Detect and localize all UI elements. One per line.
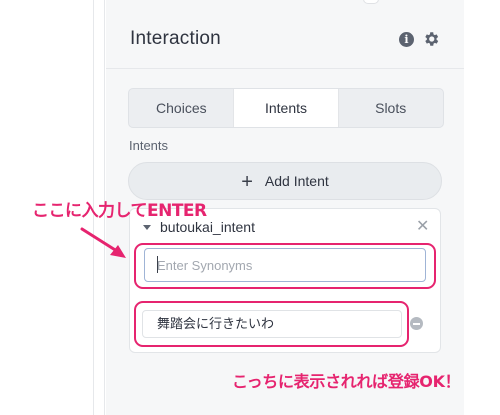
plus-icon: + (241, 171, 253, 193)
tab-choices[interactable]: Choices (129, 89, 234, 127)
synonym-highlight (134, 301, 409, 347)
annotation-arrow-icon (80, 227, 126, 258)
remove-synonym-icon[interactable] (410, 317, 423, 330)
input-hint-annotation: ここに入力してENTER (32, 201, 207, 221)
tab-slots[interactable]: Slots (338, 89, 443, 127)
gear-icon[interactable] (422, 30, 440, 48)
panel-title: Interaction (130, 28, 221, 49)
intent-name: butoukai_intent (160, 219, 255, 235)
header-separator (106, 68, 464, 69)
result-hint-annotation: こっちに表示されれば登録OK！ (232, 372, 461, 391)
caret-down-icon[interactable] (143, 225, 151, 230)
add-intent-label: Add Intent (264, 173, 329, 189)
add-intent-button[interactable]: + Add Intent (128, 162, 442, 200)
intents-section-label: Intents (129, 138, 169, 153)
tab-bar: Choices Intents Slots (128, 88, 444, 128)
close-icon[interactable]: ✕ (416, 216, 429, 236)
tab-intents[interactable]: Intents (233, 89, 339, 127)
info-icon[interactable]: i (399, 32, 414, 47)
input-highlight (134, 243, 436, 289)
